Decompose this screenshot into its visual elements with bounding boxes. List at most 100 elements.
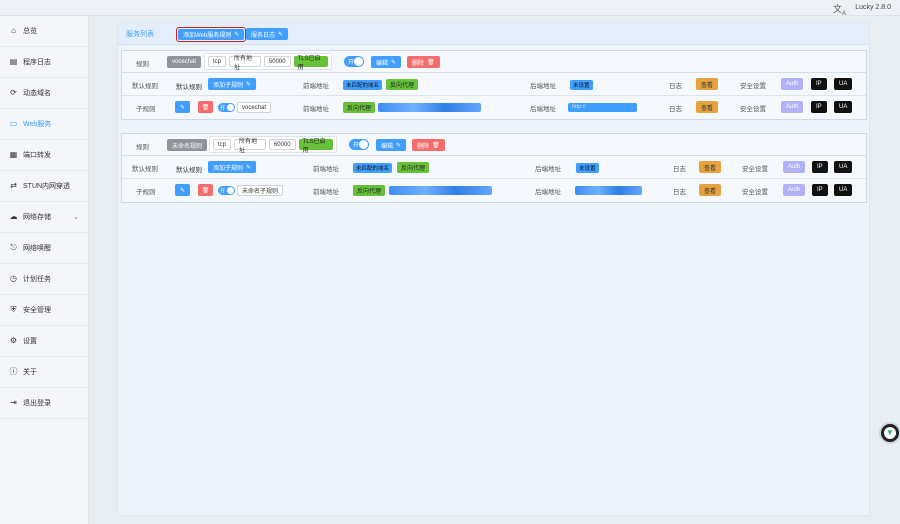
shield-icon: ⛨ — [10, 305, 17, 314]
delete-sub-rule-button[interactable]: 🗑 — [198, 101, 213, 113]
frontend-address-redacted — [378, 103, 481, 112]
sidebar-item-logs[interactable]: ▤ 程序日志 — [0, 47, 88, 78]
send-arrow-icon: ▼ — [884, 427, 896, 439]
sidebar-item-settings[interactable]: ⚙ 设置 — [0, 326, 88, 357]
sidebar-item-web-service[interactable]: ▭ Web服务 — [0, 109, 88, 140]
ua-button[interactable]: UA — [834, 161, 853, 173]
rule-card: 规则 vocechat tcp 所有地址 50000 TLS已启用 开 编辑 ✎ … — [121, 50, 867, 120]
auth-button[interactable]: Auth — [783, 161, 806, 173]
add-sub-rule-button[interactable]: 添加子规则 ✎ — [208, 161, 257, 173]
sidebar: ⌂ 总览 ▤ 程序日志 ⟳ 动态域名 ▭ Web服务 ▦ 端口转发 ⇄ STUN内网穿透 ☁… — [0, 16, 89, 524]
view-log-button[interactable]: 查看 — [696, 78, 719, 90]
top-bar: 文A Lucky 2.8.0 — [0, 0, 900, 17]
port-tag: 50000 — [263, 56, 291, 67]
auth-button[interactable]: Auth — [783, 184, 806, 196]
sidebar-item-label: 安全管理 — [23, 307, 51, 314]
view-log-button[interactable]: 查看 — [699, 184, 722, 196]
rule-card: 规则 未命名规则 tcp 所有地址 60000 TLS已启用 开 编辑 ✎ 删除 🗑… — [121, 133, 867, 203]
delete-rule-button[interactable]: 删除 🗑 — [407, 56, 440, 68]
sub-rule-row: 子规则 ✎ 🗑 开 vocechat 前端地址 反向代理 后端地址 http:/… — [122, 96, 866, 119]
sidebar-item-schedule[interactable]: ◷ 计划任务 — [0, 264, 88, 295]
sub-rule-enable-toggle[interactable]: 开 — [218, 103, 235, 112]
sidebar-item-ddns[interactable]: ⟳ 动态域名 — [0, 78, 88, 109]
reverse-proxy-tag: 反向代理 — [353, 185, 386, 196]
folder-icon: ▭ — [9, 119, 18, 128]
sidebar-item-label: Web服务 — [23, 121, 52, 128]
sidebar-item-label: 设置 — [23, 338, 37, 345]
sidebar-item-overview[interactable]: ⌂ 总览 — [0, 16, 88, 47]
address-tag: 所有地址 — [234, 139, 266, 154]
sidebar-item-storage[interactable]: ☁ 网络存储 ⌄ — [0, 202, 88, 233]
floating-assistant-button[interactable]: ▼ — [879, 422, 900, 444]
sidebar-item-label: 关于 — [23, 369, 37, 376]
add-sub-rule-button[interactable]: 添加子规则 ✎ — [208, 78, 257, 90]
tab-service-list[interactable]: 服务列表 — [126, 29, 154, 39]
sidebar-item-security[interactable]: ⛨ 安全管理 — [0, 295, 88, 326]
rule-header: 规则 vocechat tcp 所有地址 50000 TLS已启用 开 编辑 ✎ … — [122, 51, 866, 73]
sidebar-item-port-forward[interactable]: ▦ 端口转发 — [0, 140, 88, 171]
edit-icon: ✎ — [396, 142, 402, 149]
sidebar-item-about[interactable]: ⓘ 关于 — [0, 357, 88, 388]
rule-label: 规则 — [136, 144, 149, 151]
tls-tag: TLS已启用 — [298, 139, 333, 154]
clock-icon: ◷ — [10, 274, 17, 283]
sidebar-item-stun[interactable]: ⇄ STUN内网穿透 — [0, 171, 88, 202]
bell-icon: ⎋ — [10, 243, 17, 252]
document-icon: ✎ — [246, 81, 252, 88]
rule-name-tag: 未命名规则 — [167, 139, 208, 151]
default-rule-row: 默认规则 默认规则 添加子规则 ✎ 前端地址 未匹配的域名 反向代理 后端地址 未… — [122, 73, 866, 96]
ip-button[interactable]: IP — [811, 101, 827, 113]
edit-rule-button[interactable]: 编辑 ✎ — [371, 56, 402, 68]
ip-button[interactable]: IP — [812, 184, 828, 196]
stun-icon: ⇄ — [10, 181, 17, 190]
ua-button[interactable]: UA — [834, 78, 853, 90]
sidebar-item-label: 程序日志 — [23, 59, 51, 66]
edit-icon: ✎ — [179, 187, 186, 194]
ua-button[interactable]: UA — [834, 184, 853, 196]
frontend-address-redacted — [389, 186, 492, 195]
ip-button[interactable]: IP — [811, 78, 827, 90]
edit-sub-rule-button[interactable]: ✎ — [175, 184, 190, 196]
service-log-button[interactable]: 服务日志 ✎ — [246, 28, 289, 40]
edit-sub-rule-button[interactable]: ✎ — [175, 101, 190, 113]
view-log-button[interactable]: 查看 — [699, 161, 722, 173]
reverse-proxy-tag: 反向代理 — [386, 79, 419, 90]
backend-address-redacted: http:// — [568, 103, 637, 112]
sidebar-item-label: 总览 — [23, 28, 37, 35]
auth-button[interactable]: Auth — [781, 101, 804, 113]
document-icon: ✎ — [246, 164, 252, 171]
sidebar-item-label: 端口转发 — [23, 152, 51, 159]
ua-button[interactable]: UA — [834, 101, 853, 113]
document-icon: ✎ — [234, 32, 240, 38]
sidebar-item-logout[interactable]: ⇥ 退出登录 — [0, 388, 88, 419]
rule-enable-toggle[interactable]: 开 — [349, 139, 369, 150]
sidebar-item-label: 网络存储 — [23, 214, 51, 221]
sub-rule-name-tag: vocechat — [237, 102, 272, 113]
ip-button[interactable]: IP — [812, 161, 828, 173]
auth-button[interactable]: Auth — [781, 78, 804, 90]
sidebar-item-wol[interactable]: ⎋ 网络唤醒 — [0, 233, 88, 264]
tab-bar: 服务列表 添加Web服务规则 ✎ 服务日志 ✎ — [118, 23, 869, 45]
sub-rule-enable-toggle[interactable]: 开 — [218, 186, 235, 195]
document-icon: ✎ — [278, 31, 284, 38]
trash-icon: 🗑 — [201, 187, 210, 194]
delete-rule-button[interactable]: 删除 🗑 — [412, 139, 445, 151]
rule-listen-info: tcp 所有地址 50000 TLS已启用 — [204, 53, 332, 71]
not-set-tag: 未设置 — [570, 80, 593, 90]
sidebar-item-label: STUN内网穿透 — [23, 183, 71, 190]
not-set-tag: 未设置 — [576, 163, 599, 173]
edit-icon: ✎ — [391, 59, 397, 66]
info-icon: ⓘ — [9, 367, 18, 376]
sub-rule-row: 子规则 ✎ 🗑 开 未命名子规则 前端地址 反向代理 后端地址 日志 查看 安全… — [122, 179, 866, 202]
rule-name-tag: vocechat — [167, 56, 202, 68]
rule-enable-toggle[interactable]: 开 — [344, 56, 364, 67]
protocol-tag: tcp — [213, 139, 232, 150]
edit-rule-button[interactable]: 编辑 ✎ — [376, 139, 407, 151]
tab-add-web-rule-highlight: 添加Web服务规则 ✎ — [176, 27, 247, 42]
view-log-button[interactable]: 查看 — [696, 101, 719, 113]
chevron-down-icon[interactable]: ⌄ — [73, 213, 79, 221]
add-web-rule-button[interactable]: 添加Web服务规则 ✎ — [178, 29, 245, 40]
translate-icon[interactable]: 文A — [833, 2, 846, 17]
delete-sub-rule-button[interactable]: 🗑 — [198, 184, 213, 196]
rule-label: 规则 — [136, 61, 149, 68]
